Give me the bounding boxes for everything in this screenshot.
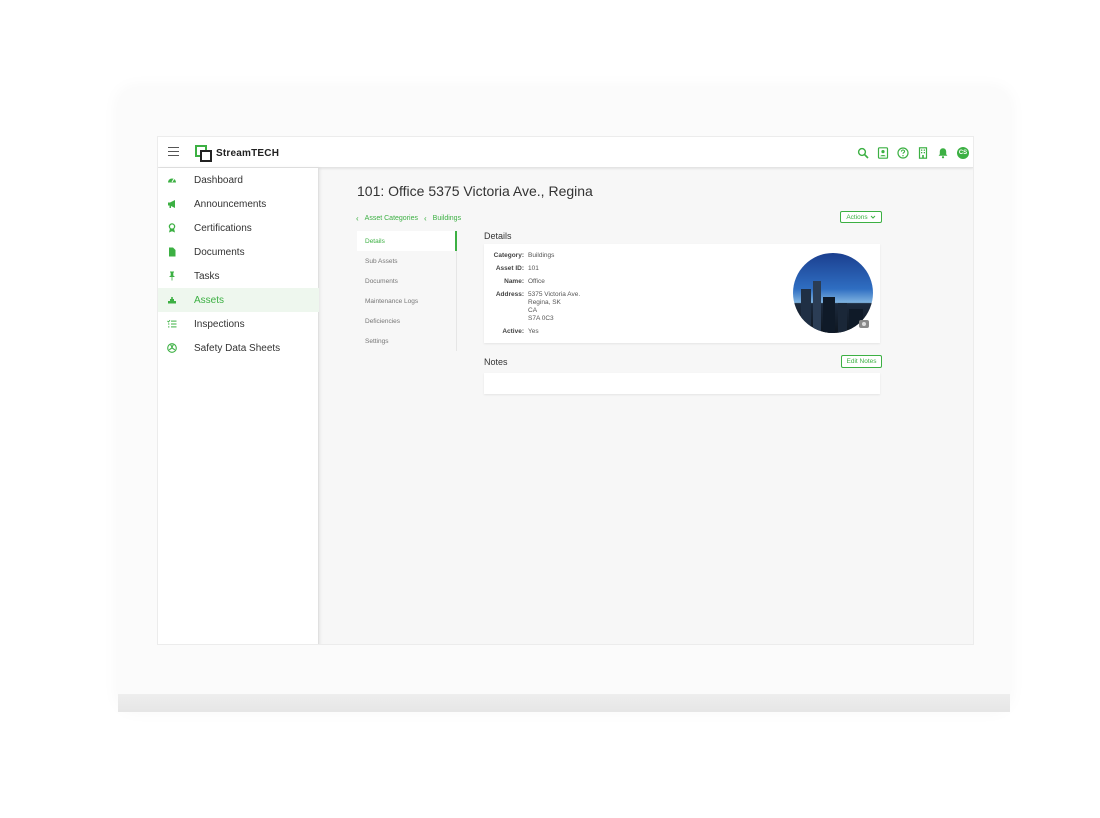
details-heading: Details xyxy=(484,231,512,241)
detail-address: Address: 5375 Victoria Ave. Regina, SK C… xyxy=(484,291,580,323)
sidebar-item-tasks[interactable]: Tasks xyxy=(158,264,319,288)
chevron-left-icon: ‹ xyxy=(356,214,359,223)
subnav-sub-assets[interactable]: Sub Assets xyxy=(357,251,456,271)
detail-name: Name: Office xyxy=(484,278,545,286)
detail-key: Asset ID: xyxy=(495,265,524,272)
pin-icon xyxy=(167,271,177,281)
top-bar-icons: CS xyxy=(857,147,969,159)
detail-value: 5375 Victoria Ave. Regina, SK CA S7A 0C3 xyxy=(528,291,580,323)
asset-subnav: Details Sub Assets Documents Maintenance… xyxy=(357,231,457,351)
breadcrumb-asset-categories[interactable]: Asset Categories xyxy=(365,215,418,222)
assets-icon xyxy=(167,295,177,305)
sidebar-item-assets[interactable]: Assets xyxy=(158,288,319,312)
sidebar-item-label: Assets xyxy=(194,294,225,306)
bell-icon[interactable] xyxy=(937,147,949,159)
address-line: CA xyxy=(528,307,538,314)
sidebar-item-inspections[interactable]: Inspections xyxy=(158,312,319,336)
sidebar-item-label: Announcements xyxy=(194,198,267,210)
chevron-left-icon: ‹ xyxy=(423,214,427,223)
contact-icon[interactable] xyxy=(877,147,889,159)
detail-value: Yes xyxy=(528,328,539,335)
detail-active: Active: Yes xyxy=(484,328,539,336)
sidebar-item-label: Tasks xyxy=(194,270,220,282)
sidebar-item-label: Dashboard xyxy=(194,174,243,186)
subnav-details[interactable]: Details xyxy=(357,231,457,251)
address-line: 5375 Victoria Ave. xyxy=(528,291,581,298)
detail-value: 101 xyxy=(528,265,539,272)
detail-category: Category: Buildings xyxy=(484,252,555,260)
sidebar-item-safety-data-sheets[interactable]: Safety Data Sheets xyxy=(158,336,319,360)
details-card: Category: Buildings Asset ID: 101 Name: … xyxy=(484,244,880,343)
document-icon xyxy=(167,247,177,257)
sidebar: Dashboard Announcements Certifications D… xyxy=(158,168,319,644)
subnav-maintenance-logs[interactable]: Maintenance Logs xyxy=(357,291,456,311)
detail-value: Buildings xyxy=(528,252,555,259)
sidebar-item-documents[interactable]: Documents xyxy=(158,240,319,264)
sidebar-item-label: Safety Data Sheets xyxy=(194,342,281,354)
sidebar-item-dashboard[interactable]: Dashboard xyxy=(158,168,319,192)
help-icon[interactable] xyxy=(897,147,909,159)
award-icon xyxy=(167,223,177,233)
breadcrumb: ‹ Asset Categories ‹ Buildings xyxy=(356,214,461,223)
sidebar-item-certifications[interactable]: Certifications xyxy=(158,216,319,240)
building-icon[interactable] xyxy=(917,147,929,159)
skyline-building xyxy=(813,281,821,333)
edit-notes-button[interactable]: Edit Notes xyxy=(841,355,882,368)
detail-key: Address: xyxy=(495,291,524,298)
subnav-deficiencies[interactable]: Deficiencies xyxy=(357,311,456,331)
top-bar: StreamTECH CS xyxy=(158,137,973,168)
skyline-building xyxy=(838,303,847,333)
sidebar-item-announcements[interactable]: Announcements xyxy=(158,192,319,216)
detail-value: Office xyxy=(528,278,545,285)
detail-asset-id: Asset ID: 101 xyxy=(484,265,539,273)
skyline-building xyxy=(801,289,811,333)
breadcrumb-buildings[interactable]: Buildings xyxy=(433,215,461,222)
search-icon[interactable] xyxy=(857,147,869,159)
detail-key: Name: xyxy=(504,278,524,285)
dashboard-icon xyxy=(167,175,177,185)
address-line: Regina, SK xyxy=(528,299,561,306)
notes-card xyxy=(484,373,880,394)
sidebar-item-label: Documents xyxy=(194,246,245,258)
page-title: 101: Office 5375 Victoria Ave., Regina xyxy=(357,183,593,199)
detail-key: Category: xyxy=(493,252,524,259)
logo-icon xyxy=(195,144,212,162)
sidebar-item-label: Inspections xyxy=(194,318,245,330)
detail-key: Active: xyxy=(502,328,524,335)
camera-icon[interactable] xyxy=(859,320,869,328)
checklist-icon xyxy=(167,319,177,329)
chevron-down-icon xyxy=(870,215,876,219)
megaphone-icon xyxy=(167,199,177,209)
notes-heading: Notes xyxy=(484,357,508,367)
sidebar-item-label: Certifications xyxy=(194,222,252,234)
subnav-settings[interactable]: Settings xyxy=(357,331,456,351)
address-line: S7A 0C3 xyxy=(528,315,554,322)
logo[interactable]: StreamTECH xyxy=(195,144,280,162)
actions-label: Actions xyxy=(846,213,868,221)
menu-icon[interactable] xyxy=(168,147,179,156)
device-base xyxy=(118,694,1010,712)
logo-text: StreamTECH xyxy=(216,147,280,159)
app-screen: StreamTECH CS Dashboard Announcements Ce… xyxy=(157,136,974,645)
hazard-icon xyxy=(167,343,177,353)
skyline-building xyxy=(823,297,835,333)
subnav-documents[interactable]: Documents xyxy=(357,271,456,291)
user-avatar[interactable]: CS xyxy=(957,147,969,159)
actions-button[interactable]: Actions xyxy=(840,211,882,223)
